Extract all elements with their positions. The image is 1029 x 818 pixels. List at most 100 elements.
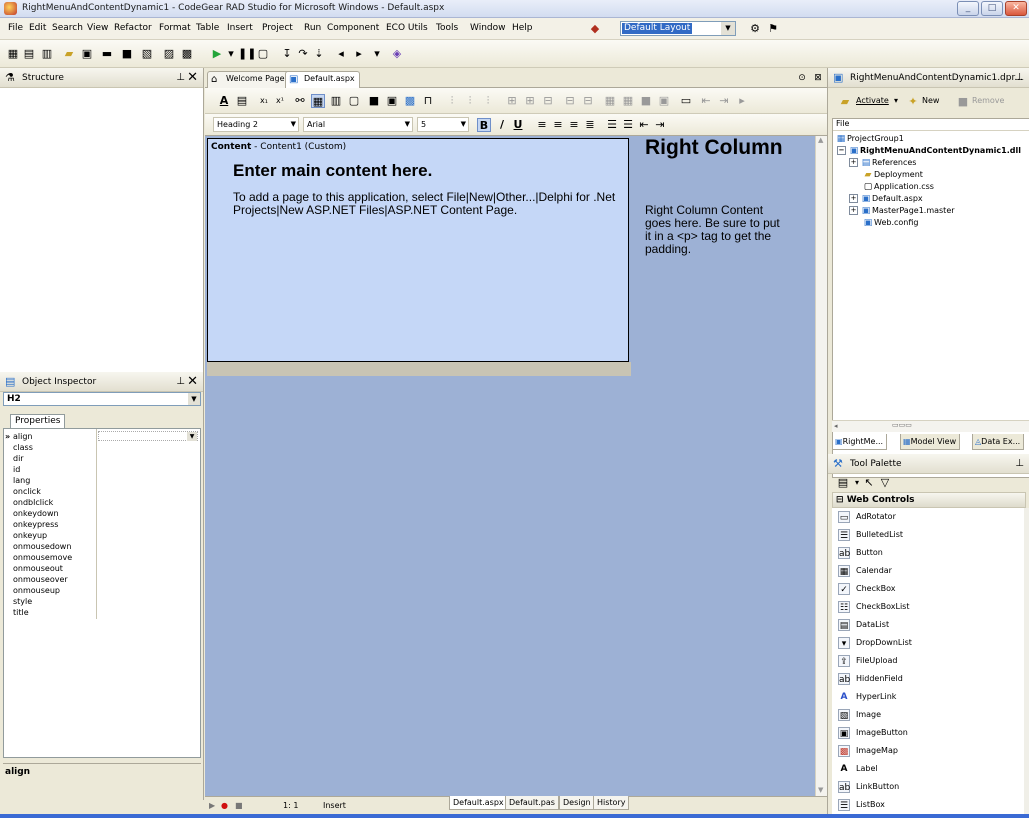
categories-icon[interactable]: ▤: [836, 476, 850, 490]
object-selector[interactable]: H2 ▼: [3, 392, 201, 406]
new-unit-icon[interactable]: ▥: [40, 47, 54, 61]
tab-model-view[interactable]: ▦Model View: [900, 434, 961, 450]
close-tab-icon[interactable]: ⊠: [811, 71, 825, 85]
property-row[interactable]: onclick: [4, 486, 200, 497]
image-icon[interactable]: ▩: [403, 94, 417, 108]
property-row[interactable]: onmousemove: [4, 552, 200, 563]
remove-button[interactable]: Remove: [972, 96, 1004, 105]
tab-project[interactable]: ▣RightMe...: [832, 434, 888, 450]
stop-macro-icon[interactable]: ■: [235, 801, 243, 810]
scroll-thumb[interactable]: ▭▭▭: [892, 421, 912, 429]
textbox-icon[interactable]: ▣: [385, 94, 399, 108]
set-layout-icon[interactable]: ⚑: [766, 22, 780, 36]
tab-history[interactable]: History: [593, 796, 630, 810]
lock-icon[interactable]: ⊓: [421, 94, 435, 108]
property-row[interactable]: id: [4, 464, 200, 475]
property-row[interactable]: onkeydown: [4, 508, 200, 519]
minimize-button[interactable]: _: [957, 1, 979, 16]
palette-item-listbox[interactable]: ☰ ListBox: [832, 796, 1026, 814]
italic-button[interactable]: /: [495, 118, 509, 132]
design-surface[interactable]: Content - Content1 (Custom) Enter main c…: [205, 136, 815, 796]
stop-icon[interactable]: ▢: [256, 47, 270, 61]
tree-node-default-aspx[interactable]: + ▣ Default.aspx: [849, 193, 923, 205]
align-left-icon[interactable]: ⫶: [445, 94, 459, 108]
palette-item-adrotator[interactable]: ▭ AdRotator: [832, 508, 1026, 526]
palette-scrollbar[interactable]: [1024, 508, 1029, 818]
activate-dropdown-icon[interactable]: ▾: [894, 96, 898, 105]
new-items-icon[interactable]: ▦: [6, 47, 20, 61]
palette-item-imagemap[interactable]: ▩ ImageMap: [832, 742, 1026, 760]
menu-table[interactable]: Table: [196, 23, 219, 33]
pin-icon[interactable]: ⊥: [176, 72, 185, 83]
menu-refactor[interactable]: Refactor: [114, 23, 152, 33]
menu-window[interactable]: Window: [470, 23, 506, 33]
project-options-icon[interactable]: ▨: [162, 47, 176, 61]
tree-node-masterpage[interactable]: + ▣ MasterPage1.master: [849, 205, 955, 217]
tab-design[interactable]: Design: [559, 796, 595, 810]
property-row[interactable]: onkeyup: [4, 530, 200, 541]
font-color-icon[interactable]: A: [217, 94, 231, 108]
menu-search[interactable]: Search: [52, 23, 83, 33]
pin-icon[interactable]: ⊥: [1015, 72, 1024, 83]
palette-item-checkbox[interactable]: ✓ CheckBox: [832, 580, 1026, 598]
tab-default-aspx-source[interactable]: Default.aspx: [449, 796, 508, 810]
scroll-left-icon[interactable]: ◂: [834, 422, 838, 430]
palette-item-hyperlink[interactable]: A HyperLink: [832, 688, 1026, 706]
pin-icon[interactable]: ⊥: [1015, 458, 1024, 469]
pointer-icon[interactable]: ↖: [862, 476, 876, 490]
save-icon[interactable]: ▬: [100, 47, 114, 61]
more-icon[interactable]: ▸: [735, 94, 749, 108]
forward-icon[interactable]: ▸: [352, 47, 366, 61]
property-row[interactable]: onmouseup: [4, 585, 200, 596]
activate-button[interactable]: Activate: [856, 96, 889, 105]
bulleted-list-icon[interactable]: ☰: [621, 118, 635, 132]
tree-node-projectgroup[interactable]: ▦ ProjectGroup1: [835, 133, 904, 145]
font-family-select[interactable]: Arial ▼: [303, 117, 413, 132]
menu-help[interactable]: Help: [512, 23, 533, 33]
tab-properties[interactable]: Properties: [10, 414, 66, 428]
palette-item-image[interactable]: ▧ Image: [832, 706, 1026, 724]
maximize-button[interactable]: □: [981, 1, 1003, 16]
insert-col-icon[interactable]: ⊞: [523, 94, 537, 108]
run-dropdown-icon[interactable]: ▾: [224, 47, 238, 61]
close-icon[interactable]: ✕: [187, 70, 198, 85]
palette-item-label[interactable]: A Label: [832, 760, 1026, 778]
play-macro-icon[interactable]: ▶: [209, 801, 215, 810]
layout-combo[interactable]: Default Layout ▼: [620, 21, 736, 36]
property-row[interactable]: style: [4, 596, 200, 607]
palette-item-hiddenfield[interactable]: ab HiddenField: [832, 670, 1026, 688]
new-form-icon[interactable]: ▤: [22, 47, 36, 61]
menu-format[interactable]: Format: [159, 23, 191, 33]
filter-icon[interactable]: ▽: [878, 476, 892, 490]
menu-insert[interactable]: Insert: [227, 23, 253, 33]
pause-icon[interactable]: ❚❚: [238, 47, 256, 61]
property-row[interactable]: onmousedown: [4, 541, 200, 552]
run-to-cursor-icon[interactable]: ⇣: [312, 47, 326, 61]
table-icon[interactable]: ▦: [311, 94, 325, 108]
indent-icon[interactable]: ⇥: [653, 118, 667, 132]
vertical-scrollbar[interactable]: ▲ ▼: [815, 136, 827, 796]
tab-welcome-page[interactable]: ⌂ Welcome Page: [207, 71, 290, 88]
highlight-icon[interactable]: ▤: [235, 94, 249, 108]
tab-data-explorer[interactable]: ◬Data Ex...: [972, 434, 1025, 450]
palette-item-imagebutton[interactable]: ▣ ImageButton: [832, 724, 1026, 742]
menu-component[interactable]: Component: [327, 23, 379, 33]
block-style-select[interactable]: Heading 2 ▼: [213, 117, 299, 132]
underline-button[interactable]: U: [511, 118, 525, 132]
menu-tools[interactable]: Tools: [436, 23, 458, 33]
property-row[interactable]: » align ▼: [4, 431, 200, 442]
align-center-icon[interactable]: ⫶: [463, 94, 477, 108]
tree-node-application-css[interactable]: ▢ Application.css: [862, 181, 934, 193]
scroll-down-icon[interactable]: ▼: [818, 786, 823, 794]
layer-icon[interactable]: ▢: [347, 94, 361, 108]
menu-project[interactable]: Project: [262, 23, 293, 33]
property-row[interactable]: dir: [4, 453, 200, 464]
history-icon[interactable]: ▾: [370, 47, 384, 61]
toggle-form-icon[interactable]: ▧: [140, 47, 154, 61]
record-macro-icon[interactable]: ●: [221, 801, 228, 810]
align-left-icon[interactable]: ≡: [535, 118, 549, 132]
outdent-icon[interactable]: ⇤: [637, 118, 651, 132]
menu-eco-utils[interactable]: ECO Utils: [386, 23, 428, 33]
new-button[interactable]: New: [922, 96, 939, 105]
close-button[interactable]: ✕: [1005, 1, 1027, 16]
